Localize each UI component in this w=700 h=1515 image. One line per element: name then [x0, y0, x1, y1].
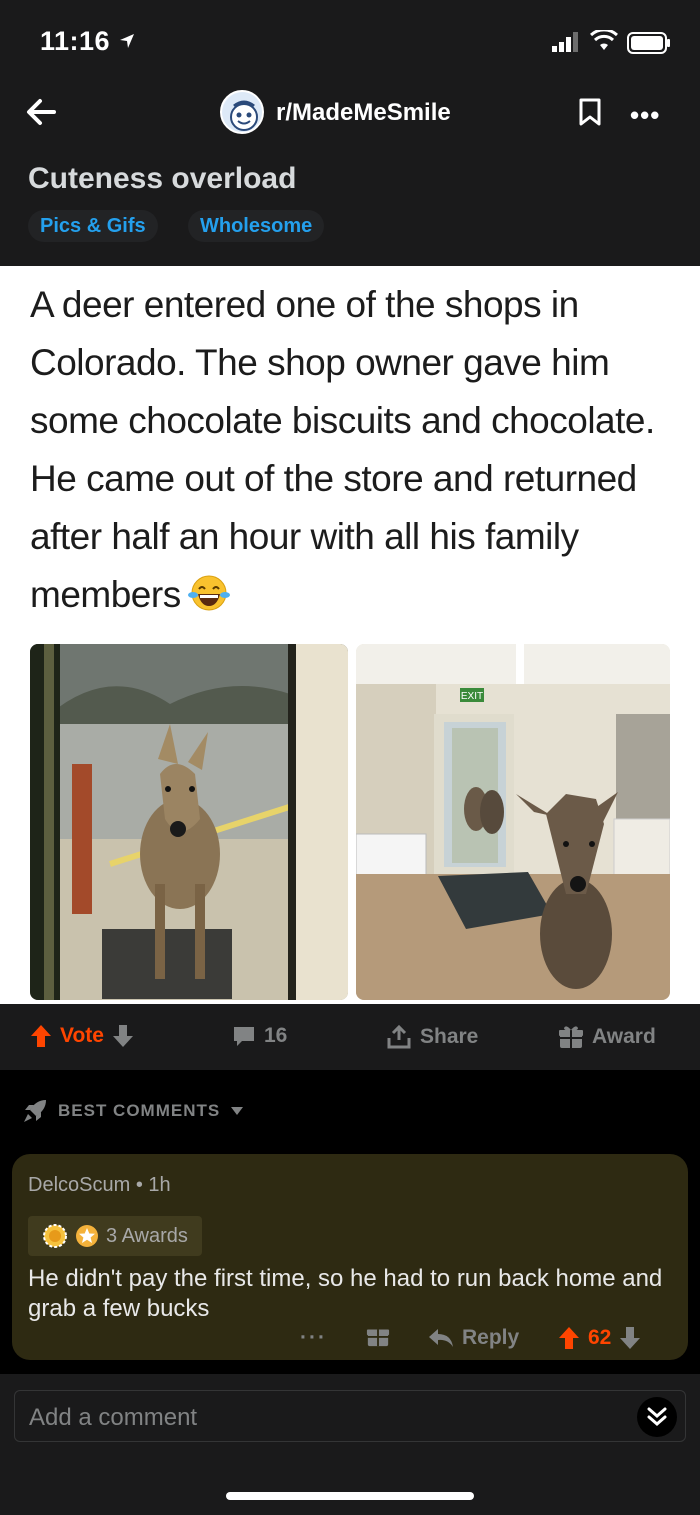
post-action-bar: Vote 16 Share Award — [0, 1004, 700, 1070]
comment-more-button[interactable]: ··· — [300, 1326, 327, 1350]
post-title: Cuteness overload — [28, 162, 297, 195]
battery-icon — [627, 32, 670, 54]
share-label: Share — [420, 1025, 479, 1048]
caption-text: A deer entered one of the shops in Color… — [30, 284, 655, 615]
double-chevron-down-icon — [647, 1407, 667, 1426]
comment-icon — [234, 1027, 254, 1046]
vote-control: Vote — [30, 1024, 134, 1048]
laughing-emoji-icon — [187, 572, 231, 630]
reply-label: Reply — [462, 1326, 520, 1349]
award-label: Award — [592, 1025, 656, 1048]
flair-pics-gifs[interactable]: Pics & Gifs — [28, 210, 158, 242]
comment-author[interactable]: DelcoScum — [28, 1174, 130, 1196]
vote-label: Vote — [60, 1024, 104, 1047]
add-comment-input[interactable]: Add a comment — [14, 1390, 686, 1442]
rocket-icon — [24, 1100, 46, 1122]
comment-vote-control: 62 — [558, 1326, 641, 1350]
upvote-icon[interactable] — [558, 1326, 580, 1350]
top-nav: r/MadeMeSmile ••• — [0, 84, 700, 144]
add-comment-placeholder: Add a comment — [29, 1404, 198, 1431]
location-arrow-icon — [120, 34, 134, 48]
sun-award-icon — [43, 1224, 67, 1248]
exit-sign-text: EXIT — [461, 691, 483, 702]
comment-award-button[interactable] — [366, 1324, 390, 1348]
wifi-icon — [590, 30, 618, 50]
subreddit-avatar[interactable] — [220, 90, 264, 134]
subreddit-name[interactable]: r/MadeMeSmile — [276, 99, 451, 127]
sort-label: BEST COMMENTS — [58, 1101, 221, 1120]
comment-list: DelcoScum • 1h 3 Awards He didn't pay th… — [0, 1144, 700, 1374]
comment-score: 62 — [588, 1326, 612, 1349]
share-button[interactable]: Share — [386, 1024, 478, 1050]
downvote-icon[interactable] — [619, 1326, 641, 1350]
star-award-icon — [76, 1225, 98, 1247]
comment-meta: DelcoScum • 1h — [28, 1174, 171, 1197]
comment-card[interactable]: DelcoScum • 1h 3 Awards He didn't pay th… — [12, 1154, 688, 1360]
flair-wholesome[interactable]: Wholesome — [188, 210, 325, 242]
status-bar: 11:16 — [0, 0, 700, 84]
chevron-down-icon — [231, 1107, 244, 1115]
bookmark-icon[interactable] — [578, 98, 602, 126]
photo-deer-family-in-shop: EXIT — [356, 644, 670, 1000]
post-image[interactable]: A deer entered one of the shops in Color… — [0, 266, 700, 1004]
awards-badge[interactable]: 3 Awards — [28, 1216, 202, 1256]
image-caption: A deer entered one of the shops in Color… — [30, 276, 680, 630]
award-button[interactable]: Award — [558, 1024, 656, 1050]
home-indicator[interactable] — [226, 1492, 474, 1500]
signal-icon — [552, 32, 578, 52]
comment-composer: Add a comment — [0, 1374, 700, 1515]
photo-deer-at-door — [30, 644, 348, 1000]
downvote-icon[interactable] — [112, 1024, 134, 1048]
comments-count-button[interactable]: 16 — [232, 1024, 287, 1048]
gift-icon — [559, 1026, 583, 1048]
meta-separator: • — [135, 1174, 143, 1196]
comment-body: He didn't pay the first time, so he had … — [28, 1265, 663, 1322]
comment-age: 1h — [148, 1174, 171, 1196]
comment-reply-button[interactable]: Reply — [428, 1326, 519, 1350]
back-arrow-icon[interactable] — [22, 92, 62, 132]
gift-icon — [366, 1329, 390, 1347]
sort-best-comments[interactable]: BEST COMMENTS — [22, 1098, 244, 1124]
reply-icon — [429, 1329, 453, 1347]
comments-count: 16 — [264, 1024, 288, 1047]
upvote-icon[interactable] — [30, 1024, 52, 1048]
status-time: 11:16 — [40, 26, 111, 56]
more-icon[interactable]: ••• — [630, 100, 660, 131]
share-icon — [387, 1024, 411, 1049]
awards-count: 3 Awards — [106, 1224, 188, 1247]
comments-sort-bar: BEST COMMENTS — [0, 1070, 700, 1144]
jump-to-next-button[interactable] — [637, 1397, 677, 1437]
